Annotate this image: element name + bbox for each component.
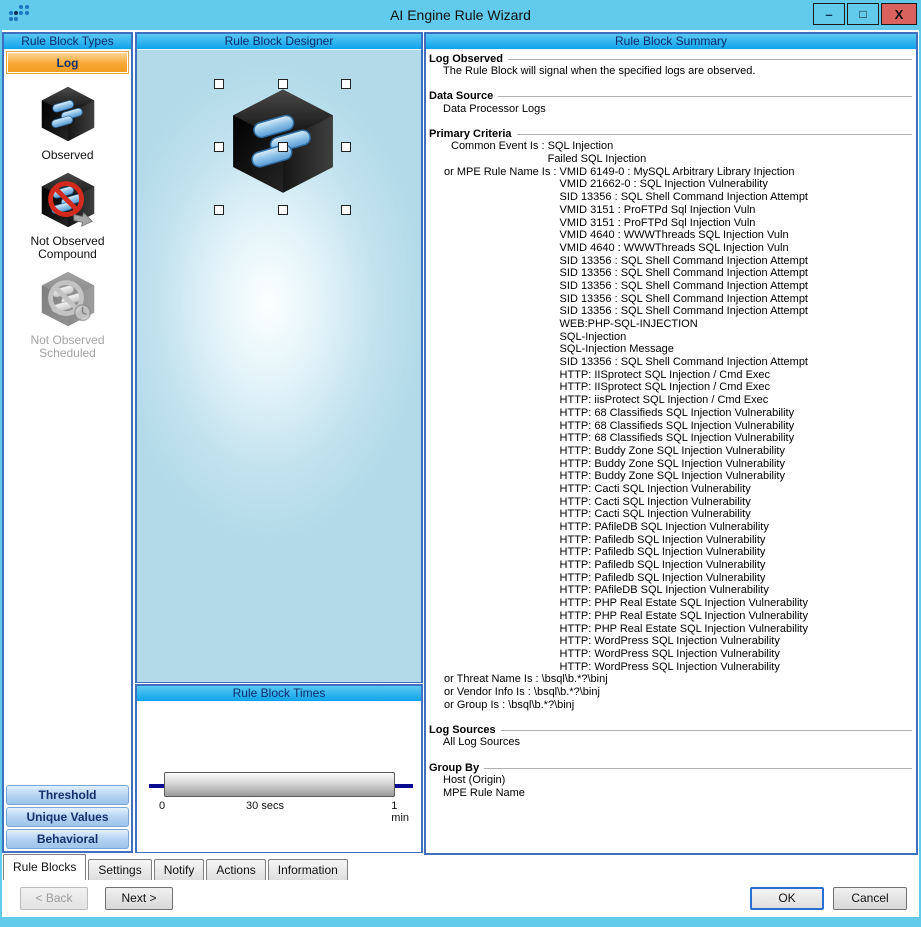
summary-section-heading: Log Sources	[429, 723, 912, 736]
ai-engine-rule-wizard-window: AI Engine Rule Wizard – □ X Rule Block T…	[0, 0, 921, 927]
criteria-row: or Group Is : \bsql\b.*?\binj	[429, 699, 912, 712]
sidebar-item-label: Observed	[4, 149, 131, 162]
slider-thumb[interactable]	[164, 772, 395, 797]
rule-block-types-panel: Rule Block Types Log Observed Not Observ…	[2, 32, 133, 853]
summary-line: MPE Rule Name	[429, 787, 912, 800]
criteria-row: Common Event Is : SQL InjectionFailed SQ…	[429, 140, 912, 165]
selection-handle[interactable]	[214, 79, 224, 89]
cancel-button[interactable]: Cancel	[833, 887, 907, 910]
tab-actions[interactable]: Actions	[206, 859, 265, 880]
criteria-row: or Threat Name Is : \bsql\b.*?\binj	[429, 673, 912, 686]
selection-handle[interactable]	[214, 142, 224, 152]
summary-line: Host (Origin)	[429, 774, 912, 787]
summary-content: Log ObservedThe Rule Block will signal w…	[426, 50, 916, 799]
next-button[interactable]: Next >	[105, 887, 173, 910]
rule-block-times-header: Rule Block Times	[137, 686, 421, 702]
tick-label-mid: 30 secs	[246, 800, 284, 812]
category-button-unique-values[interactable]: Unique Values	[6, 807, 129, 827]
tick-label-zero: 0	[159, 800, 165, 812]
window-controls: – □ X	[813, 3, 917, 25]
time-slider: 0 30 secs 1 min	[137, 702, 421, 852]
selection-handle[interactable]	[278, 142, 288, 152]
selection-handle[interactable]	[214, 205, 224, 215]
summary-line: All Log Sources	[429, 736, 912, 749]
tab-notify[interactable]: Notify	[154, 859, 205, 880]
criteria-row: or Vendor Info Is : \bsql\b.*?\binj	[429, 686, 912, 699]
summary-section-heading: Log Observed	[429, 52, 912, 65]
tab-rule-blocks[interactable]: Rule Blocks	[3, 854, 86, 880]
designer-canvas	[137, 50, 421, 682]
titlebar: AI Engine Rule Wizard – □ X	[0, 0, 921, 30]
selection-handle[interactable]	[341, 79, 351, 89]
maximize-button[interactable]: □	[847, 3, 879, 25]
client-area: Rule Block Types Log Observed Not Observ…	[2, 30, 919, 917]
tab-settings[interactable]: Settings	[88, 859, 151, 880]
close-button[interactable]: X	[881, 3, 917, 25]
summary-section-heading: Primary Criteria	[429, 127, 912, 140]
selection-handle[interactable]	[341, 142, 351, 152]
criteria-row: or MPE Rule Name Is : VMID 6149-0 : MySQ…	[429, 166, 912, 674]
category-button-behavioral[interactable]: Behavioral	[6, 829, 129, 849]
window-title: AI Engine Rule Wizard	[0, 0, 921, 30]
selection-handle[interactable]	[278, 79, 288, 89]
tick-label-end: 1 min	[391, 800, 409, 824]
sidebar-item-observed[interactable]: Observed	[4, 84, 131, 162]
type-category-buttons: ThresholdUnique ValuesBehavioral	[6, 783, 129, 849]
summary-line: Data Processor Logs	[429, 103, 912, 116]
sidebar-items: Observed Not ObservedCompound	[4, 76, 131, 360]
log-cube-clock-icon	[37, 269, 99, 331]
summary-section-heading: Group By	[429, 761, 912, 774]
ok-button[interactable]: OK	[750, 887, 824, 910]
selection-handle[interactable]	[278, 205, 288, 215]
category-button-threshold[interactable]: Threshold	[6, 785, 129, 805]
rule-block-designer-header: Rule Block Designer	[137, 34, 421, 50]
sidebar-item-not-observed-compound[interactable]: Not ObservedCompound	[4, 170, 131, 261]
rule-block-types-header: Rule Block Types	[4, 34, 131, 50]
rule-block-summary-panel: Rule Block Summary Log ObservedThe Rule …	[424, 32, 918, 855]
sidebar-item-label: Not ObservedScheduled	[4, 334, 131, 360]
minimize-button[interactable]: –	[813, 3, 845, 25]
sidebar-item-label: Not ObservedCompound	[4, 235, 131, 261]
back-button: < Back	[20, 887, 88, 910]
tab-information[interactable]: Information	[268, 859, 348, 880]
rule-block-times-panel: Rule Block Times 0 30 secs 1 min	[135, 684, 423, 853]
log-cube-banned-icon	[37, 170, 99, 232]
log-cube-icon	[37, 84, 99, 146]
tab-strip: Rule BlocksSettingsNotifyActionsInformat…	[3, 853, 350, 880]
rule-block-summary-header: Rule Block Summary	[426, 34, 916, 50]
log-type-button[interactable]: Log	[6, 51, 129, 74]
sidebar-item-not-observed-scheduled: Not ObservedScheduled	[4, 269, 131, 360]
summary-section-heading: Data Source	[429, 90, 912, 103]
selection-handle[interactable]	[341, 205, 351, 215]
summary-line: The Rule Block will signal when the spec…	[429, 65, 912, 78]
rule-block-designer-panel: Rule Block Designer	[135, 32, 423, 683]
